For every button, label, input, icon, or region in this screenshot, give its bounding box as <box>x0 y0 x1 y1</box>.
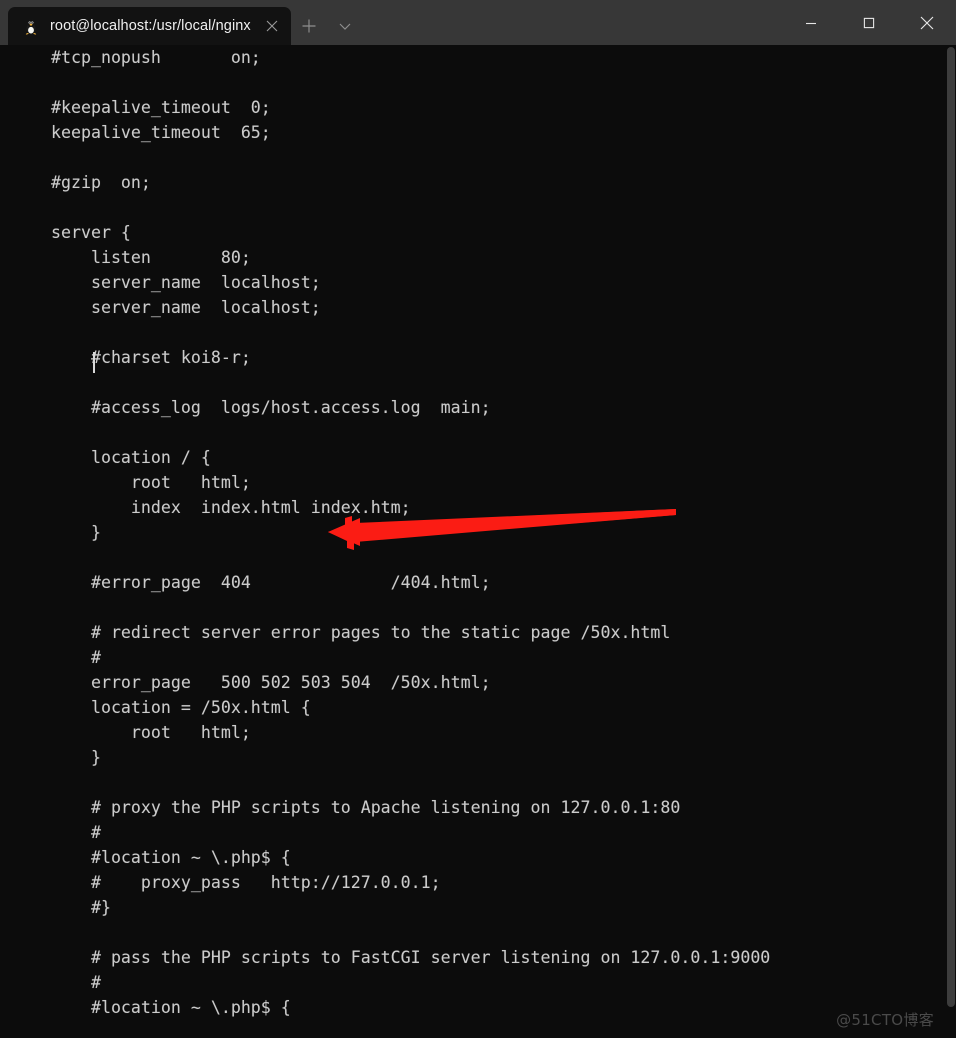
scrollbar-thumb[interactable] <box>947 47 955 1007</box>
watermark: @51CTO博客 <box>836 1011 934 1029</box>
maximize-icon <box>863 17 875 29</box>
linux-penguin-icon <box>22 17 40 35</box>
text-cursor <box>93 352 95 373</box>
new-tab-button[interactable] <box>291 7 327 45</box>
terminal-output: #tcp_nopush on; #keepalive_timeout 0; ke… <box>51 48 771 1017</box>
window-controls <box>782 0 956 45</box>
close-icon <box>920 16 934 30</box>
close-button[interactable] <box>898 0 956 45</box>
vertical-scrollbar[interactable] <box>945 45 956 1038</box>
tab-close-icon[interactable] <box>259 13 285 39</box>
chevron-down-icon <box>337 18 353 34</box>
tab-strip: root@localhost:/usr/local/nginx <box>0 0 363 45</box>
terminal-tab[interactable]: root@localhost:/usr/local/nginx <box>8 7 291 45</box>
terminal-window: root@localhost:/usr/local/nginx #tcp_nop… <box>0 0 956 1038</box>
tab-title: root@localhost:/usr/local/nginx <box>50 18 251 34</box>
titlebar-drag-region <box>363 0 782 45</box>
minimize-icon <box>805 17 817 29</box>
titlebar: root@localhost:/usr/local/nginx <box>0 0 956 45</box>
maximize-button[interactable] <box>840 0 898 45</box>
plus-icon <box>301 18 317 34</box>
tab-menu-button[interactable] <box>327 7 363 45</box>
terminal-pane[interactable]: #tcp_nopush on; #keepalive_timeout 0; ke… <box>0 45 956 1038</box>
minimize-button[interactable] <box>782 0 840 45</box>
